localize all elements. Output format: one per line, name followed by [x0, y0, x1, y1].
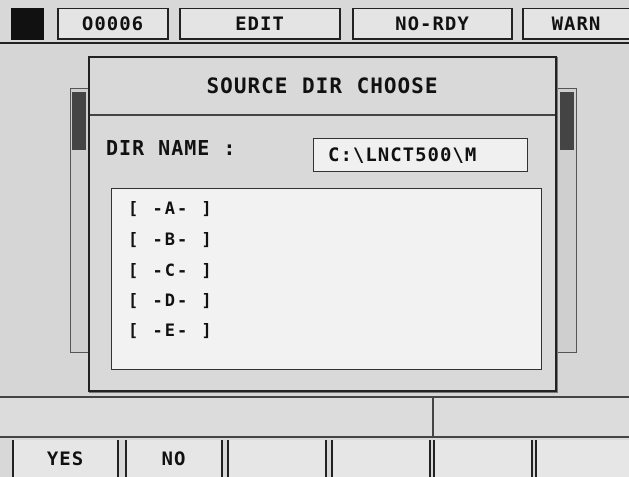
softkey-5[interactable]	[433, 440, 533, 477]
softkey-6[interactable]	[535, 440, 629, 477]
list-item-drive-c[interactable]: [ -C- ]	[128, 261, 214, 281]
scroll-thumb-left[interactable]	[72, 92, 86, 150]
status-indicator	[11, 8, 44, 40]
dir-name-field[interactable]: C:\LNCT500\M	[313, 138, 528, 172]
source-dir-dialog: SOURCE DIR CHOOSE DIR NAME : C:\LNCT500\…	[88, 56, 557, 392]
list-item-drive-d[interactable]: [ -D- ]	[128, 291, 214, 311]
message-area	[0, 396, 629, 438]
program-number: O0006	[57, 8, 169, 40]
ready-status: NO-RDY	[352, 8, 513, 40]
softkey-4[interactable]	[331, 440, 431, 477]
alarm-status: WARN	[522, 8, 629, 40]
dialog-title: SOURCE DIR CHOOSE	[90, 58, 555, 116]
softkey-no[interactable]: NO	[125, 440, 223, 477]
list-item-drive-e[interactable]: [ -E- ]	[128, 321, 214, 341]
mode-indicator: EDIT	[179, 8, 341, 40]
directory-list[interactable]: [ -A- ] [ -B- ] [ -C- ] [ -D- ] [ -E- ]	[111, 188, 542, 370]
dir-name-label: DIR NAME :	[106, 136, 237, 160]
softkey-yes[interactable]: YES	[12, 440, 119, 477]
message-divider	[432, 398, 434, 436]
softkey-3[interactable]	[227, 440, 327, 477]
list-item-drive-a[interactable]: [ -A- ]	[128, 199, 214, 219]
list-item-drive-b[interactable]: [ -B- ]	[128, 230, 214, 250]
scroll-thumb-right[interactable]	[560, 92, 574, 150]
